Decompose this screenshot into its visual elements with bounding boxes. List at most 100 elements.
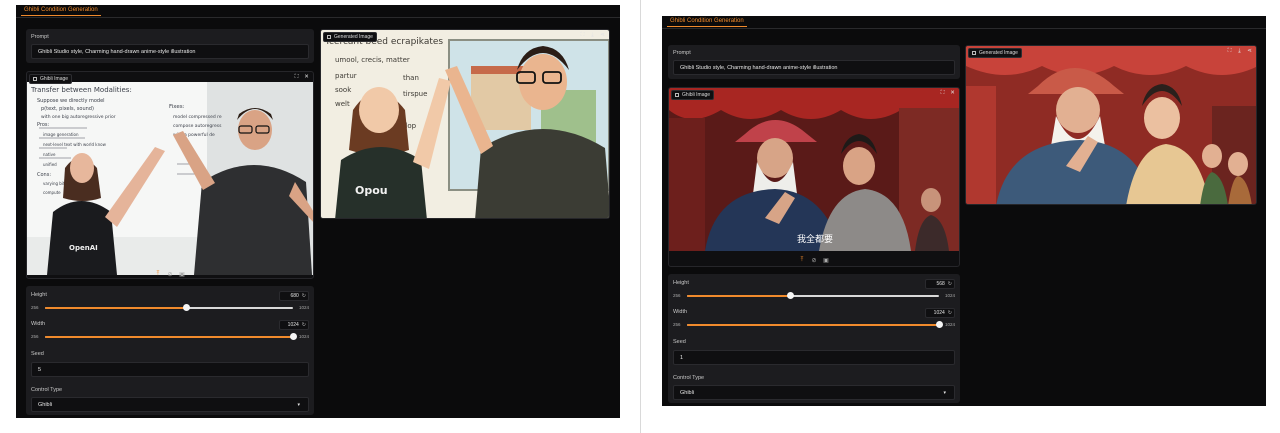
tab-ghibli-condition-generation[interactable]: Ghibli Condition Generation [21,7,101,16]
screenshot-divider [640,0,641,433]
width-slider[interactable]: 256 1024 [31,332,309,342]
generated-illustration [966,46,1256,204]
input-image-panel[interactable]: Transfer between Modalities: Suppose we … [26,71,314,279]
height-slider[interactable]: 256 1024 [31,303,309,313]
video-subtitle: 我全都要 [797,233,833,245]
input-image-label-chip: Ghibli Image [29,74,73,84]
width-slider-handle[interactable] [289,333,297,340]
height-label: Height [673,280,689,286]
clear-icon[interactable]: ⊘ [167,271,174,278]
height-slider-track[interactable] [45,304,293,311]
height-number-input[interactable]: 568 ↻ [925,279,955,289]
input-image-panel[interactable]: 我全都要 Ghibli Image ⛶ ✕ ⤒ ⊘ ▣ [668,87,960,267]
reset-icon[interactable]: ↻ [302,322,306,328]
board-line-9: unified [43,162,57,167]
height-value: 680 [290,293,299,299]
width-number-input[interactable]: 1024 ↻ [279,320,309,330]
prompt-input[interactable]: Ghibli Studio style, Charming hand-drawn… [31,44,309,59]
generated-image-panel[interactable]: Tcercant beed ecrapikates umool, crecis,… [320,29,610,219]
input-image-actions: ⤒ ⊘ ▣ [27,268,313,278]
width-max: 1024 [944,322,955,327]
input-image-actions: ⤒ ⊘ ▣ [669,254,959,266]
width-slider-track[interactable] [687,321,943,328]
image-icon [327,35,331,39]
chevron-down-icon[interactable]: ▾ [943,390,946,396]
fullscreen-icon[interactable]: ⛶ [579,32,586,39]
generated-image-tools: ⛶ ⤓ ⋖ [1226,48,1253,55]
control-type-label: Control Type [673,375,705,381]
width-slider-fill [45,336,293,338]
input-film-still: 我全都要 [669,88,959,251]
gen-board-line-2: umool, crecis, matter [335,56,410,64]
gen-board-line-5: welt [335,100,350,108]
settings-block: Height 568 ↻ 256 1024 Width 1024 ↻ 256 1… [668,274,960,403]
height-slider-handle[interactable] [786,292,794,299]
close-icon[interactable]: ✕ [949,90,956,97]
clipboard-icon[interactable]: ▣ [823,257,830,264]
seed-input[interactable]: 1 [673,350,955,365]
height-slider-handle[interactable] [182,304,190,311]
board-line-1: Transfer between Modalities: [30,86,132,94]
reset-icon[interactable]: ↻ [948,281,952,287]
generated-image-label: Generated Image [334,34,373,40]
generated-illustration: Tcercant beed ecrapikates umool, crecis,… [321,30,609,218]
fullscreen-icon[interactable]: ⛶ [1226,48,1233,55]
prompt-label: Prompt [673,50,691,56]
share-icon[interactable]: ⋖ [599,32,606,39]
width-slider-track[interactable] [45,333,297,340]
prompt-block: Prompt Ghibli Studio style, Charming han… [26,29,314,63]
height-max: 1024 [944,293,955,298]
gen-board-line-7: tirspue [403,90,427,98]
fullscreen-icon[interactable]: ⛶ [939,90,946,97]
height-number-input[interactable]: 680 ↻ [279,291,309,301]
tab-bar: Ghibli Condition Generation [16,5,620,18]
reset-icon[interactable]: ↻ [948,310,952,316]
control-type-select[interactable]: Ghibli ▾ [673,385,955,400]
board-line-13: Fixes: [169,104,185,110]
width-value: 1024 [287,322,299,328]
close-icon[interactable]: ✕ [303,74,310,81]
clipboard-icon[interactable]: ▣ [179,271,186,278]
share-icon[interactable]: ⋖ [1246,48,1253,55]
height-slider-track[interactable] [687,292,939,299]
board-line-2: Suppose we directly model [37,98,105,104]
board-line-5: Pros: [37,122,50,128]
gen-board-line-4: sook [335,86,352,94]
width-number-input[interactable]: 1024 ↻ [925,308,955,318]
input-image-label: Ghibli Image [682,92,711,98]
height-slider[interactable]: 256 1024 [673,291,955,301]
upload-icon[interactable]: ⤒ [799,257,806,264]
clear-icon[interactable]: ⊘ [811,257,818,264]
generated-image-label-chip: Generated Image [323,32,377,42]
settings-block: Height 680 ↻ 256 1024 Width 1024 ↻ 256 1… [26,286,314,415]
width-value: 1024 [933,310,945,316]
download-icon[interactable]: ⤓ [1236,48,1243,55]
reset-icon[interactable]: ↻ [302,293,306,299]
generated-image-tools: ⛶ ⤓ ⋖ [579,32,606,39]
width-max: 1024 [298,334,309,339]
control-type-value: Ghibli [680,390,695,396]
left-app-window: Ghibli Condition Generation Prompt Ghibl… [16,5,620,418]
width-slider-fill [687,324,939,326]
seed-input[interactable]: 5 [31,362,309,377]
chevron-down-icon[interactable]: ▾ [297,402,300,408]
download-icon[interactable]: ⤓ [589,32,596,39]
width-slider[interactable]: 256 1024 [673,320,955,330]
board-line-14: model compressed re [173,114,222,120]
generated-image-label-chip: Generated Image [968,48,1022,58]
board-line-6: image generation [43,132,79,137]
control-type-select[interactable]: Ghibli ▾ [31,397,309,412]
gen-board-line-3: partur [335,72,357,80]
width-label: Width [673,309,688,315]
height-slider-fill [687,295,791,297]
tab-ghibli-condition-generation[interactable]: Ghibli Condition Generation [667,18,747,27]
photo-shirt-text: OpenAI [69,244,98,252]
input-image-label: Ghibli Image [40,76,69,82]
board-line-15: compose autoregress [173,123,222,129]
generated-image-panel[interactable]: Generated Image ⛶ ⤓ ⋖ [965,45,1257,205]
upload-icon[interactable]: ⤒ [155,271,162,278]
fullscreen-icon[interactable]: ⛶ [293,74,300,81]
gen-board-line-6: than [403,74,419,82]
width-slider-handle[interactable] [935,321,943,328]
prompt-input[interactable]: Ghibli Studio style, Charming hand-drawn… [673,60,955,75]
